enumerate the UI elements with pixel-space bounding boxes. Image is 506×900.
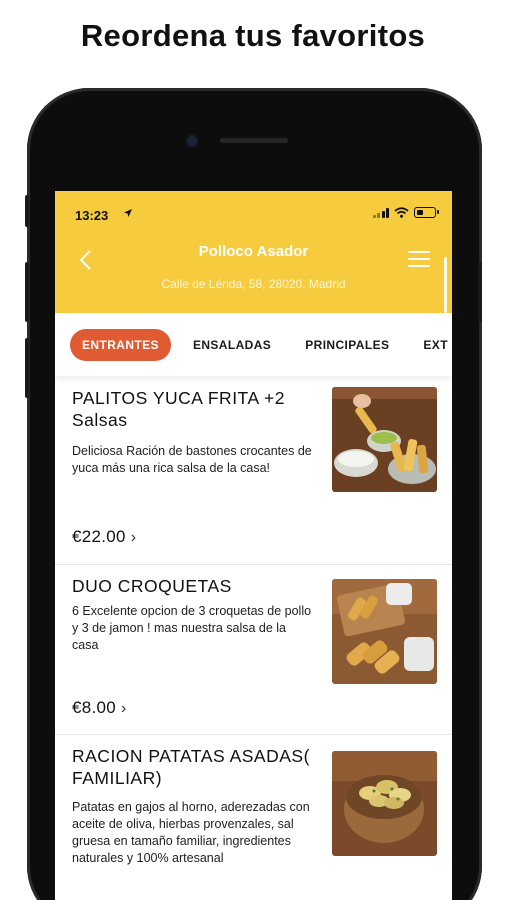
app-header: 13:23 Polloco Asador Calle de Lérida, 58…	[55, 191, 452, 313]
status-indicators	[372, 207, 439, 218]
item-description: Patatas en gajos al horno, aderezadas co…	[72, 800, 310, 865]
category-tabs: ENTRANTES ENSALADAS PRINCIPALES EXT	[55, 313, 452, 376]
item-photo-yuca	[332, 387, 437, 492]
item-price[interactable]: €8.00 ›	[72, 698, 127, 718]
hamburger-menu-button[interactable]	[408, 251, 430, 267]
chevron-right-icon: ›	[130, 529, 137, 546]
wifi-icon	[394, 207, 409, 218]
restaurant-name: Polloco Asador	[198, 243, 309, 260]
app-screen: 13:23 Polloco Asador Calle de Lérida, 58…	[55, 191, 452, 900]
earpiece-speaker	[220, 138, 288, 143]
restaurant-address: Calle de Lérida, 58, 28020, Madrid	[161, 277, 346, 291]
tab-entrantes[interactable]: ENTRANTES	[70, 328, 171, 361]
battery-icon	[414, 207, 439, 218]
volume-up-button	[25, 262, 29, 322]
front-camera	[187, 136, 197, 146]
menu-item[interactable]: DUO CROQUETAS 6 Excelente opcion de 3 cr…	[55, 565, 452, 735]
price-value: €8.00	[72, 698, 117, 717]
signal-icon	[372, 207, 389, 218]
item-description: 6 Excelente opcion de 3 croquetas de pol…	[72, 604, 312, 652]
item-price[interactable]: €22.00 ›	[72, 527, 136, 547]
menu-item[interactable]: PALITOS YUCA FRITA +2 Salsas Deliciosa R…	[55, 377, 452, 565]
navigation-arrow-icon	[123, 208, 133, 221]
price-value: €22.00	[72, 527, 126, 546]
tab-ensaladas[interactable]: ENSALADAS	[181, 329, 283, 361]
item-name: DUO CROQUETAS	[72, 576, 232, 596]
scroll-indicator	[444, 257, 447, 313]
item-photo-patatas	[332, 751, 437, 856]
power-button	[478, 262, 482, 322]
mute-switch	[25, 195, 29, 227]
promo-title: Reordena tus favoritos	[80, 18, 426, 53]
item-description: Deliciosa Ración de bastones crocantes d…	[72, 444, 312, 475]
chevron-right-icon: ›	[121, 700, 127, 717]
tab-extras[interactable]: EXT	[411, 329, 452, 361]
status-time: 13:23	[75, 208, 109, 223]
item-name: RACION PATATAS ASADAS( FAMILIAR)	[72, 746, 310, 788]
item-name: PALITOS YUCA FRITA +2 Salsas	[72, 388, 285, 430]
volume-down-button	[25, 338, 29, 398]
tab-principales[interactable]: PRINCIPALES	[293, 329, 401, 361]
item-photo-croquetas	[332, 579, 437, 684]
menu-item[interactable]: RACION PATATAS ASADAS( FAMILIAR) Patatas…	[55, 735, 452, 900]
